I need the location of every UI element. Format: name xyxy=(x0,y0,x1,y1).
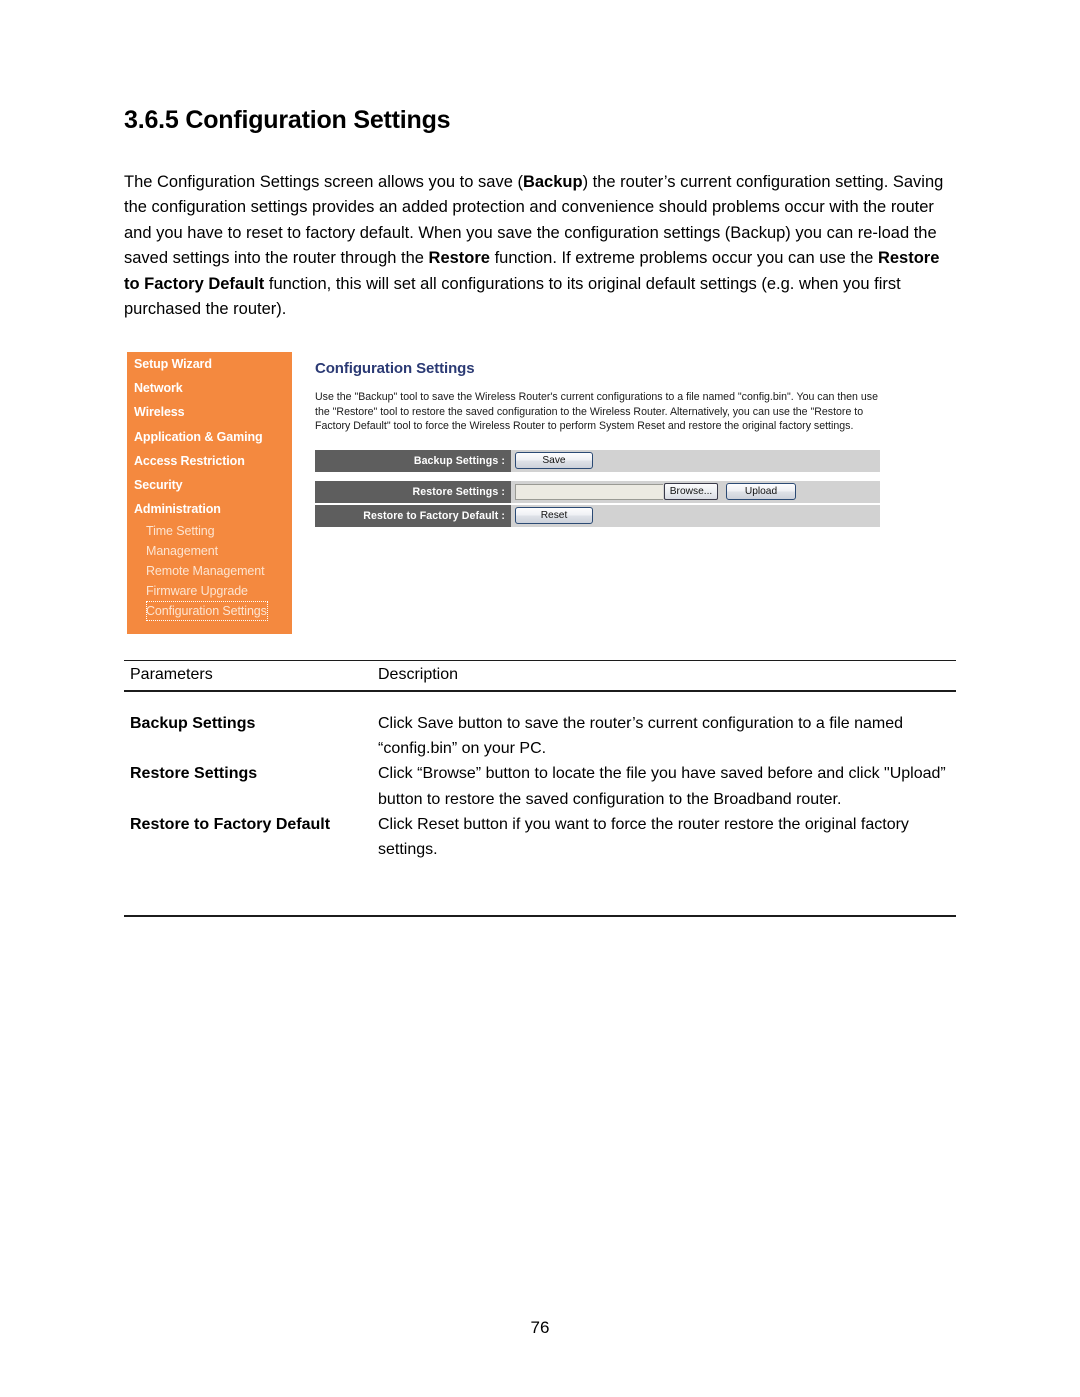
sidebar-main-items: Setup Wizard Network Wireless Application &… xyxy=(127,352,292,521)
parameters-table: Parameters Description Backup Settings C… xyxy=(124,660,956,862)
sidebar-sub-items: Time Setting Management Remote Managemen… xyxy=(127,521,292,622)
table-body: Backup Settings Click Save button to sav… xyxy=(124,711,956,862)
restore-factory-default-label: Restore to Factory Default : xyxy=(315,504,511,527)
router-sidebar: Setup Wizard Network Wireless Application &… xyxy=(127,352,292,634)
sidebar-item[interactable]: Setup Wizard xyxy=(127,352,292,376)
sidebar-subitem-wrap: Management xyxy=(127,541,292,561)
page-title: 3.6.5 Configuration Settings xyxy=(124,106,451,134)
table-bottom-rule xyxy=(124,915,956,917)
sidebar-subitem-wrap: Time Setting xyxy=(127,521,292,541)
router-ui-screenshot: Setup Wizard Network Wireless Application &… xyxy=(127,352,897,642)
column-header-description: Description xyxy=(378,666,459,683)
row-description: Click “Browse” button to locate the file… xyxy=(378,765,946,808)
intro-paragraph: The Configuration Settings screen allows… xyxy=(124,173,944,319)
reset-button[interactable]: Reset xyxy=(515,507,593,525)
sidebar-item[interactable]: Access Restriction xyxy=(127,449,292,473)
router-main-panel: Configuration Settings Use the "Backup" … xyxy=(307,352,897,527)
form-row-restore-settings: Restore Settings : Browse... Upload xyxy=(315,480,880,503)
sidebar-subitem[interactable]: Time Setting xyxy=(127,521,292,541)
restore-factory-default-value: Reset xyxy=(511,504,880,527)
sidebar-item[interactable]: Security xyxy=(127,473,292,497)
configuration-form: Backup Settings : Save Restore Settings … xyxy=(315,449,880,527)
file-upload-group: Browse... Upload xyxy=(515,483,796,501)
table-row: Restore Settings Click “Browse” button t… xyxy=(124,761,956,811)
sidebar-subitem-wrap: Firmware Upgrade xyxy=(127,581,292,601)
table-spacer xyxy=(124,692,956,711)
row-parameter: Backup Settings xyxy=(130,715,256,732)
save-button[interactable]: Save xyxy=(515,452,593,470)
sidebar-subitem-wrap: Remote Management xyxy=(127,561,292,581)
panel-title: Configuration Settings xyxy=(315,360,475,377)
sidebar-item[interactable]: Wireless xyxy=(127,400,292,424)
backup-settings-value: Save xyxy=(511,449,880,472)
restore-file-input[interactable] xyxy=(515,483,663,500)
manual-page: 3.6.5 Configuration Settings The Configu… xyxy=(0,0,1080,1397)
browse-button[interactable]: Browse... xyxy=(664,483,718,501)
sidebar-subitem-wrap: Configuration Settings xyxy=(127,601,292,622)
sidebar-item[interactable]: Application & Gaming xyxy=(127,425,292,449)
sidebar-subitem[interactable]: Firmware Upgrade xyxy=(127,581,292,601)
column-header-parameters: Parameters xyxy=(130,666,213,683)
sidebar-item[interactable]: Administration xyxy=(127,497,292,521)
table-row: Restore to Factory Default Click Reset b… xyxy=(124,812,956,862)
table-row: Backup Settings Click Save button to sav… xyxy=(124,711,956,761)
sidebar-subitem[interactable]: Configuration Settings xyxy=(146,601,268,622)
form-row-restore-factory-default: Restore to Factory Default : Reset xyxy=(315,504,880,527)
restore-settings-label: Restore Settings : xyxy=(315,480,511,503)
page-number: 76 xyxy=(530,1318,550,1337)
form-row-backup-settings: Backup Settings : Save xyxy=(315,449,880,472)
sidebar-subitem[interactable]: Remote Management xyxy=(127,561,292,581)
sidebar-item[interactable]: Network xyxy=(127,376,292,400)
panel-description: Use the "Backup" tool to save the Wirele… xyxy=(315,391,878,433)
sidebar-subitem[interactable]: Management xyxy=(127,541,292,561)
row-parameter: Restore to Factory Default xyxy=(130,815,331,833)
row-description: Click Reset button if you want to force … xyxy=(378,815,909,859)
table-header-row: Parameters Description xyxy=(124,661,956,690)
row-parameter: Restore Settings xyxy=(130,765,258,783)
restore-settings-value: Browse... Upload xyxy=(511,480,880,503)
upload-button[interactable]: Upload xyxy=(726,483,796,501)
row-description: Click Save button to save the router’s c… xyxy=(378,715,904,758)
backup-settings-label: Backup Settings : xyxy=(315,449,511,472)
